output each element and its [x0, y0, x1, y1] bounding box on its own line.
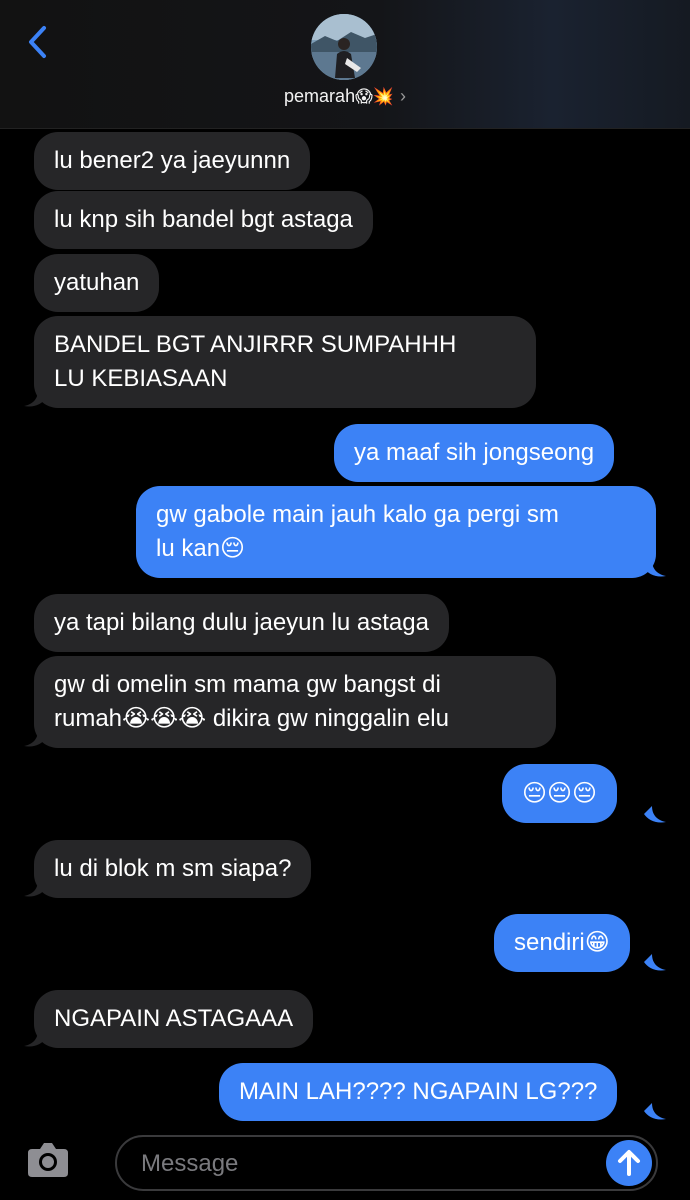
contact-avatar-photo — [311, 14, 377, 80]
message-text: BANDEL BGT ANJIRRR SUMPAHHH LU KEBIASAAN — [54, 331, 457, 392]
chevron-right-icon: › — [399, 86, 406, 106]
message-text: 😔😔😔 — [522, 779, 598, 807]
bubble-tail — [644, 806, 666, 823]
message-bubble-outgoing[interactable]: sendiri😁 — [494, 914, 630, 972]
bubble-tail — [24, 880, 46, 897]
message-bubble-incoming[interactable]: lu bener2 ya jaeyunnn — [34, 132, 311, 190]
message-bubble-incoming[interactable]: ya tapi bilang dulu jaeyun lu astaga — [34, 594, 449, 652]
contact-name-text: pemarah — [284, 86, 356, 106]
message-text: ya maaf sih jongseong — [354, 439, 595, 466]
bubble-tail — [644, 1103, 666, 1120]
bubble-tail — [644, 560, 666, 577]
message-bubble-incoming[interactable]: gw di omelin sm mama gw bangst di rumah😭… — [34, 656, 556, 748]
message-text: lu bener2 ya jaeyunnn — [54, 147, 291, 174]
camera-button[interactable] — [26, 1139, 70, 1179]
send-button[interactable] — [606, 1140, 652, 1186]
message-input[interactable] — [139, 1145, 603, 1183]
message-bubble-incoming[interactable]: lu di blok m sm siapa? — [34, 840, 312, 898]
contact-emoji: 😱💥 — [355, 87, 394, 107]
bubble-tail — [24, 730, 46, 747]
message-text: lu knp sih bandel bgt astaga — [54, 206, 353, 233]
message-text: yatuhan — [54, 269, 140, 296]
message-text: MAIN LAH???? NGAPAIN LG??? — [239, 1078, 598, 1105]
conversation-header: pemarah😱💥 › — [0, 0, 690, 129]
contact-name[interactable]: pemarah😱💥 › — [0, 86, 690, 107]
camera-icon — [28, 1143, 68, 1177]
message-text: lu di blok m sm siapa? — [54, 855, 292, 882]
message-text: ya tapi bilang dulu jaeyun lu astaga — [54, 609, 429, 636]
message-text: gw gabole main jauh kalo ga pergi sm lu … — [156, 501, 559, 562]
bubble-tail — [24, 390, 46, 407]
message-bubble-incoming[interactable]: BANDEL BGT ANJIRRR SUMPAHHH LU KEBIASAAN — [34, 316, 536, 408]
message-bubble-outgoing[interactable]: 😔😔😔 — [502, 764, 618, 823]
chevron-left-icon — [29, 26, 46, 58]
message-text: sendiri😁 — [514, 929, 610, 956]
message-bubble-incoming[interactable]: yatuhan — [34, 254, 160, 312]
message-field[interactable] — [115, 1135, 658, 1191]
message-bubble-outgoing[interactable]: ya maaf sih jongseong — [334, 424, 615, 482]
message-bubble-outgoing[interactable]: gw gabole main jauh kalo ga pergi sm lu … — [136, 486, 656, 578]
message-bubble-incoming[interactable]: NGAPAIN ASTAGAAA — [34, 990, 314, 1048]
avatar[interactable] — [311, 14, 377, 80]
bubble-tail — [644, 954, 666, 971]
bubble-tail — [24, 1030, 46, 1047]
message-bubble-incoming[interactable]: lu knp sih bandel bgt astaga — [34, 191, 373, 249]
message-bubble-outgoing[interactable]: MAIN LAH???? NGAPAIN LG??? — [219, 1063, 618, 1121]
message-text: NGAPAIN ASTAGAAA — [54, 1005, 294, 1032]
arrow-up-icon — [618, 1150, 640, 1176]
message-text: gw di omelin sm mama gw bangst di rumah😭… — [54, 671, 449, 732]
back-button[interactable] — [22, 22, 58, 62]
